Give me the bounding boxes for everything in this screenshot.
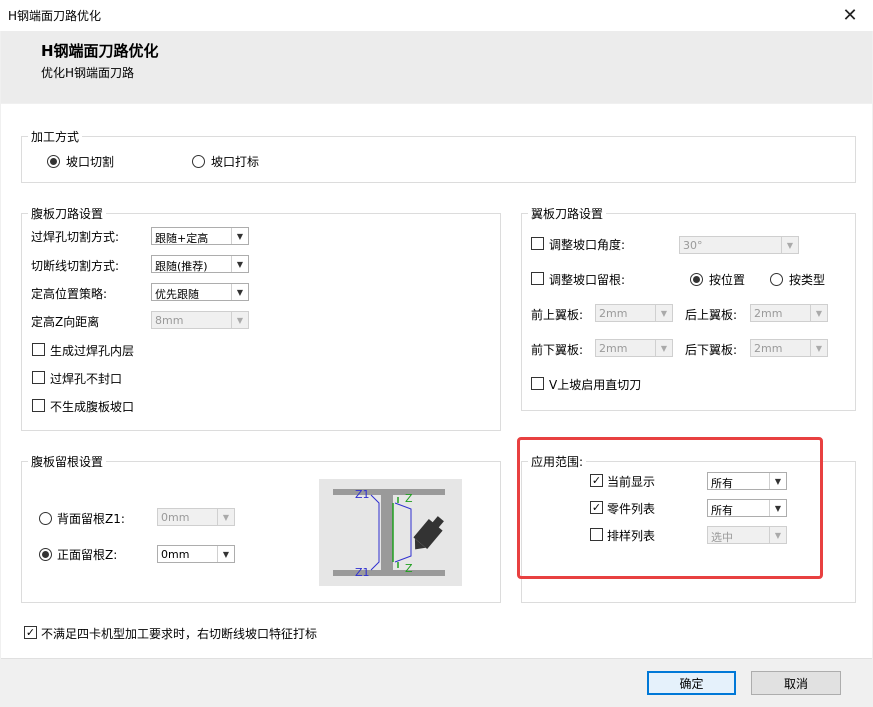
web-legend: 腹板刀路设置 bbox=[31, 207, 104, 221]
radio-by-type-label: 按类型 bbox=[789, 273, 826, 287]
weld-hole-value: 跟随+定高 bbox=[155, 232, 209, 245]
rear-upper-select[interactable]: 2mm ▼ bbox=[750, 304, 828, 322]
ok-button[interactable]: 确定 bbox=[647, 671, 736, 695]
z-distance-value: 8mm bbox=[155, 314, 184, 327]
four-chuck-mark-label: 不满足四卡机型加工要求时，右切断线坡口特征打标 bbox=[41, 627, 318, 641]
root-legend: 腹板留根设置 bbox=[31, 455, 104, 469]
checkbox-v-straight-cut[interactable] bbox=[531, 377, 544, 390]
front-upper-value: 2mm bbox=[599, 307, 628, 320]
chevron-down-icon: ▼ bbox=[217, 509, 234, 525]
height-policy-select[interactable]: 优先跟随 ▼ bbox=[151, 283, 249, 301]
back-root-select[interactable]: 0mm ▼ bbox=[157, 508, 235, 526]
front-root-select[interactable]: 0mm ▼ bbox=[157, 545, 235, 563]
rear-lower-value: 2mm bbox=[754, 342, 783, 355]
diagram-z1-bottom: Z1 bbox=[355, 566, 370, 579]
front-lower-select[interactable]: 2mm ▼ bbox=[595, 339, 673, 357]
chevron-down-icon: ▼ bbox=[231, 312, 248, 328]
adjust-angle-label: 调整坡口角度: bbox=[549, 238, 626, 252]
checkbox-weld-hole-open[interactable] bbox=[32, 371, 45, 384]
chevron-down-icon: ▼ bbox=[231, 256, 248, 272]
rear-upper-value: 2mm bbox=[754, 307, 783, 320]
chevron-down-icon: ▼ bbox=[655, 340, 672, 356]
back-root-label: 背面留根Z1: bbox=[57, 512, 125, 526]
chevron-down-icon: ▼ bbox=[231, 284, 248, 300]
processing-legend: 加工方式 bbox=[31, 130, 80, 144]
radio-front-root[interactable] bbox=[39, 548, 52, 561]
checkbox-no-web-bevel-label: 不生成腹板坡口 bbox=[50, 400, 135, 414]
radio-by-position[interactable] bbox=[690, 273, 703, 286]
checkbox-four-chuck-mark[interactable]: ✓ bbox=[24, 626, 37, 639]
chevron-down-icon: ▼ bbox=[781, 237, 798, 253]
rear-upper-label: 后上翼板: bbox=[685, 308, 738, 322]
close-icon[interactable]: ✕ bbox=[827, 0, 873, 31]
root-diagram: Z1 Z Z1 Z bbox=[319, 479, 462, 586]
radio-by-type[interactable] bbox=[770, 273, 783, 286]
checkbox-weld-hole-inner[interactable] bbox=[32, 343, 45, 356]
height-policy-label: 定高位置策略: bbox=[31, 287, 108, 301]
cut-line-select[interactable]: 跟随(推荐) ▼ bbox=[151, 255, 249, 273]
z-distance-select[interactable]: 8mm ▼ bbox=[151, 311, 249, 329]
window-title: H钢端面刀路优化 bbox=[8, 9, 102, 23]
diagram-z-top: Z bbox=[405, 492, 413, 505]
height-policy-value: 优先跟随 bbox=[155, 288, 199, 301]
front-root-value: 0mm bbox=[161, 548, 190, 561]
v-straight-cut-label: V上坡启用直切刀 bbox=[549, 378, 642, 392]
chevron-down-icon: ▼ bbox=[231, 228, 248, 244]
front-upper-label: 前上翼板: bbox=[531, 308, 584, 322]
diagram-z1-top: Z1 bbox=[355, 488, 370, 501]
radio-by-position-label: 按位置 bbox=[709, 273, 746, 287]
title-bar: H钢端面刀路优化 ✕ bbox=[0, 0, 873, 31]
dialog-title: H钢端面刀路优化 bbox=[41, 42, 159, 60]
chevron-down-icon: ▼ bbox=[810, 340, 827, 356]
rear-lower-select[interactable]: 2mm ▼ bbox=[750, 339, 828, 357]
radio-bevel-cut[interactable] bbox=[47, 155, 60, 168]
checkbox-weld-hole-inner-label: 生成过焊孔内层 bbox=[50, 344, 135, 358]
checkbox-adjust-angle[interactable] bbox=[531, 237, 544, 250]
chevron-down-icon: ▼ bbox=[217, 546, 234, 562]
z-distance-label: 定高Z向距离 bbox=[31, 315, 100, 329]
weld-hole-label: 过焊孔切割方式: bbox=[31, 230, 120, 244]
adjust-root-label: 调整坡口留根: bbox=[549, 273, 626, 287]
rear-lower-label: 后下翼板: bbox=[685, 343, 738, 357]
adjust-angle-value: 30° bbox=[683, 239, 703, 252]
radio-bevel-cut-label: 坡口切割 bbox=[66, 155, 115, 169]
radio-back-root[interactable] bbox=[39, 512, 52, 525]
processing-group: 加工方式 bbox=[21, 128, 856, 183]
front-lower-label: 前下翼板: bbox=[531, 343, 584, 357]
checkbox-no-web-bevel[interactable] bbox=[32, 399, 45, 412]
diagram-z-bottom: Z bbox=[405, 562, 413, 575]
checkbox-weld-hole-open-label: 过焊孔不封口 bbox=[50, 372, 123, 386]
radio-bevel-mark-label: 坡口打标 bbox=[211, 155, 260, 169]
front-upper-select[interactable]: 2mm ▼ bbox=[595, 304, 673, 322]
cut-line-label: 切断线切割方式: bbox=[31, 259, 120, 273]
cancel-button[interactable]: 取消 bbox=[751, 671, 841, 695]
front-lower-value: 2mm bbox=[599, 342, 628, 355]
dialog-subtitle: 优化H钢端面刀路 bbox=[41, 66, 135, 80]
chevron-down-icon: ▼ bbox=[810, 305, 827, 321]
adjust-angle-select[interactable]: 30° ▼ bbox=[679, 236, 799, 254]
cut-line-value: 跟随(推荐) bbox=[155, 260, 208, 273]
back-root-value: 0mm bbox=[161, 511, 190, 524]
checkbox-adjust-root[interactable] bbox=[531, 272, 544, 285]
flange-legend: 翼板刀路设置 bbox=[531, 207, 604, 221]
dialog-footer bbox=[1, 658, 872, 707]
highlight-box bbox=[517, 437, 823, 579]
front-root-label: 正面留根Z: bbox=[57, 548, 118, 562]
chevron-down-icon: ▼ bbox=[655, 305, 672, 321]
weld-hole-select[interactable]: 跟随+定高 ▼ bbox=[151, 227, 249, 245]
radio-bevel-mark[interactable] bbox=[192, 155, 205, 168]
